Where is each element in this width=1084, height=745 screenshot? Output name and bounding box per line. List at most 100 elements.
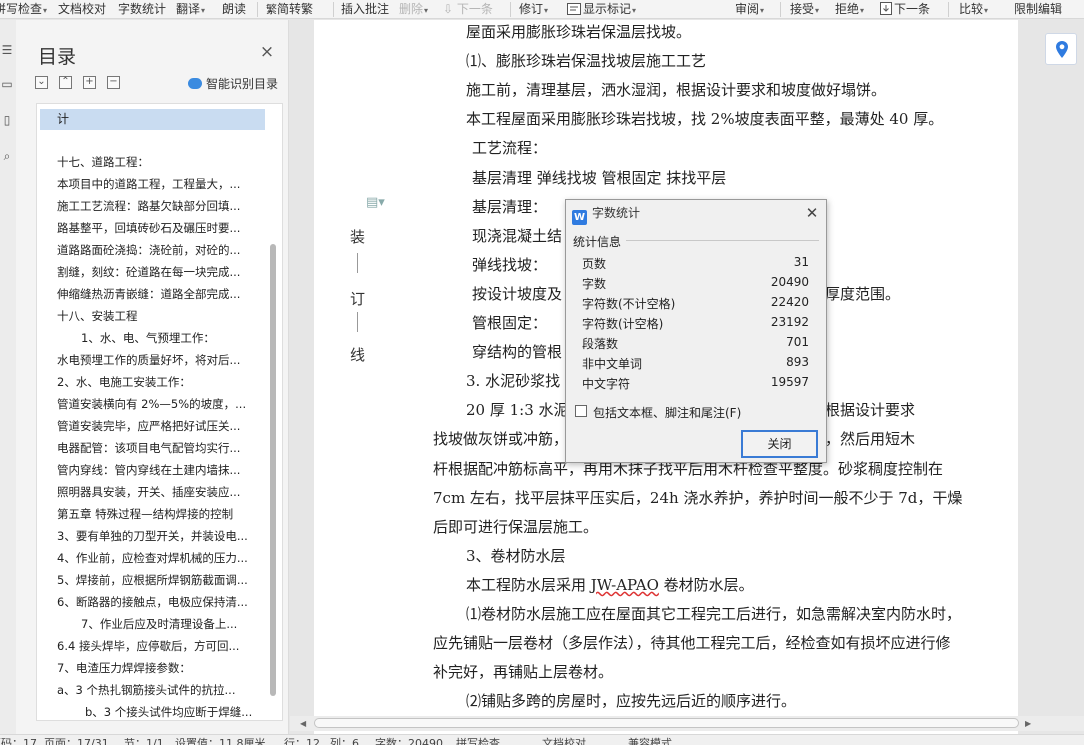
review-toolbar: 拼写检查▾ 文档校对 字数统计 翻译▾ 朗读 繁简转繁 插入批注 删除▾ ⇩ 下… [0, 0, 1084, 19]
document-line: 后即可进行保温层施工。 [433, 516, 598, 537]
toc-title: 目录 [38, 46, 77, 68]
next-change-button[interactable]: 下一条 [880, 1, 930, 18]
document-line-text: 弹线找坡： [472, 255, 548, 274]
compare-button[interactable]: 比较▾ [959, 1, 988, 18]
status-position[interactable]: 设置值：11.8厘米 [175, 737, 266, 745]
status-proofread[interactable]: 文档校对 [542, 737, 586, 745]
toc-item[interactable]: 电器配管：该项目电气配管均实行... [57, 439, 257, 457]
accept-button[interactable]: 接受▾ [790, 1, 819, 18]
toc-item[interactable]: a、3 个热扎钢筋接头试件的抗拉... [57, 681, 257, 699]
stat-value: 893 [786, 355, 809, 369]
spelling-error-mark[interactable]: JW-APAO [591, 576, 659, 594]
document-line-text: ⑴卷材防水层施工应在屋面其它工程完工后进行，如急需解决室内防水时， [466, 605, 962, 623]
document-icon[interactable]: ▭ [0, 76, 14, 92]
toc-item[interactable]: 路基整平，回填砖砂石及碾压时要... [57, 219, 257, 237]
location-button[interactable] [1045, 33, 1077, 65]
toolbar-divider [780, 2, 781, 17]
document-line: 基层清理 弹线找坡 管根固定 抹找平层 [472, 167, 726, 188]
stat-value: 22420 [770, 295, 809, 309]
status-line[interactable]: 行：12 [284, 737, 320, 745]
toc-item[interactable]: 本项目中的道路工程，工程量大，... [57, 175, 257, 193]
next-comment-button[interactable]: ⇩ 下一条 [443, 1, 493, 18]
scroll-right-icon[interactable]: ▶ [1025, 716, 1031, 731]
word-count-button[interactable]: 字数统计 [118, 1, 166, 18]
horizontal-scrollbar-thumb[interactable] [314, 718, 1019, 728]
document-line: 找坡做灰饼或冲筋， 抹子抹平，然后用短木 [433, 428, 915, 449]
track-changes-button[interactable]: 修订▾ [519, 1, 548, 18]
toc-scrollbar-thumb[interactable] [270, 244, 276, 696]
close-button[interactable]: 关闭 [741, 430, 818, 458]
add-heading-icon[interactable]: + [83, 76, 96, 89]
document-line: 现浇混凝土结。 [472, 225, 780, 246]
remove-heading-icon[interactable]: − [107, 76, 120, 89]
read-aloud-button[interactable]: 朗读 [222, 1, 246, 18]
document-line-text: 工艺流程： [472, 139, 548, 158]
next-change-icon [880, 2, 892, 15]
toc-item[interactable]: 6.4 接头焊毕，应停歇后，方可回... [57, 637, 257, 655]
toc-close-icon[interactable]: × [259, 44, 275, 61]
toc-item[interactable]: 割缝，刻纹：砼道路在每一块完成... [57, 263, 257, 281]
toc-item-selected[interactable]: 计 [40, 109, 265, 130]
include-footnotes-checkbox[interactable] [575, 405, 587, 417]
toc-item[interactable]: 十七、道路工程： [57, 153, 257, 171]
show-markup-button[interactable]: 显示标记▾ [567, 1, 636, 18]
document-line: 补完好，再铺贴上层卷材。 [433, 661, 613, 682]
toc-item[interactable]: 7、电渣压力焊焊接参数： [57, 659, 257, 677]
toc-item[interactable]: 管道安装完毕，应严格把好试压关... [57, 417, 257, 435]
toc-panel-icon[interactable]: ☰ [0, 42, 14, 58]
toc-item[interactable]: 6、断路器的接触点，电极应保持清... [57, 593, 257, 611]
smart-toc-button[interactable]: 智能识别目录 [188, 75, 278, 92]
review-button[interactable]: 审阅▾ [735, 1, 764, 18]
toc-item[interactable]: 5、焊接前，应根据所焊钢筋截面调... [57, 571, 257, 589]
collapse-all-icon[interactable]: ⌄ [35, 76, 48, 89]
expand-level-icon[interactable]: ⌃ [59, 76, 72, 89]
paragraph-options-icon[interactable]: ▤▾ [366, 195, 385, 211]
status-section[interactable]: 节：1/1 [124, 737, 164, 745]
word-count-dialog: W 字数统计 ✕ 统计信息 页数 31 字数 20490 字符数(不计空格) 22420 字符… [565, 199, 827, 463]
toc-item[interactable]: 管内穿线：管内穿线在土建内墙抹... [57, 461, 257, 479]
wps-writer-icon: W [572, 210, 587, 225]
toc-item[interactable]: 2、水、电施工安装工作： [57, 373, 257, 391]
toc-item[interactable]: 伸缩缝热沥青嵌缝：道路全部完成... [57, 285, 257, 303]
dialog-close-icon[interactable]: ✕ [804, 205, 820, 221]
search-icon[interactable]: ⌕ [0, 148, 14, 164]
toc-item[interactable]: 7、作业后应及时清理设备上... [81, 615, 257, 633]
toc-item[interactable]: 水电预埋工作的质量好坏，将对后... [57, 351, 257, 369]
toc-panel: 目录 × ⌄ ⌃ + − 智能识别目录 计 十七、道路工程： 本项目中的道路工程，… [16, 20, 289, 734]
horizontal-scrollbar[interactable]: ◀ ▶ [290, 716, 1084, 731]
binding-label: 装 [350, 228, 366, 246]
toc-item[interactable]: 施工工艺流程：路基欠缺部分回填... [57, 197, 257, 215]
document-line: ⑵铺贴多跨的房屋时，应按先远后近的顺序进行。 [466, 690, 796, 711]
toc-item[interactable]: b、3 个接头试件均应断于焊缝... [85, 703, 257, 720]
next-comment-icon: ⇩ [443, 2, 457, 16]
status-page-number[interactable]: 页码：17 [0, 737, 37, 745]
include-footnotes-label[interactable]: 包括文本框、脚注和尾注(F) [593, 404, 741, 421]
toc-item[interactable]: 4、作业前，应检查对焊机械的压力... [57, 549, 257, 567]
reject-button[interactable]: 拒绝▾ [835, 1, 864, 18]
translate-button[interactable]: 翻译▾ [176, 1, 205, 18]
status-column[interactable]: 列：6 [330, 737, 359, 745]
bookmark-icon[interactable]: ▯ [0, 112, 14, 128]
toc-scrollbar[interactable] [265, 104, 282, 720]
spell-check-button[interactable]: 拼写检查▾ [0, 1, 47, 18]
toc-item[interactable]: 照明器具安装，开关、插座安装应... [57, 483, 257, 501]
toc-item[interactable]: 第五章 特殊过程—结构焊接的控制 [57, 505, 257, 523]
restrict-editing-button[interactable]: 限制编辑 [1014, 1, 1062, 18]
document-proofread-button[interactable]: 文档校对 [58, 1, 106, 18]
simplified-to-traditional-button[interactable]: 繁简转繁 [266, 1, 313, 18]
document-line-text: 后即可进行保温层施工。 [433, 517, 599, 536]
document-line-text: 7cm 左右，找平层抹平压实后，24h 浇水养护，养护时间一般不少于 7d，干燥 [433, 488, 963, 507]
toc-item[interactable]: 管道安装横向有 2%—5%的坡度，... [57, 395, 257, 413]
document-line-text: ⑵铺贴多跨的房屋时，应按先远后近的顺序进行。 [466, 692, 797, 711]
scroll-left-icon[interactable]: ◀ [300, 716, 306, 731]
insert-comment-button[interactable]: 插入批注 [341, 1, 389, 18]
toc-item[interactable]: 道路路面砼浇捣：浇砼前，对砼的... [57, 241, 257, 259]
delete-comment-button[interactable]: 删除▾ [399, 1, 428, 18]
toc-item[interactable]: 十八、安装工程 [57, 307, 257, 325]
toc-item[interactable]: 1、水、电、气预埋工作： [81, 329, 257, 347]
toc-item[interactable]: 3、要有单独的刀型开关，并装设电... [57, 527, 257, 545]
status-page-count[interactable]: 页面：17/31 [44, 737, 109, 745]
document-line-text: 屋面采用膨胀珍珠岩保温层找坡。 [466, 23, 692, 41]
status-word-count[interactable]: 字数：20490 [375, 737, 443, 745]
status-spell-check[interactable]: 拼写检查 [456, 737, 500, 745]
